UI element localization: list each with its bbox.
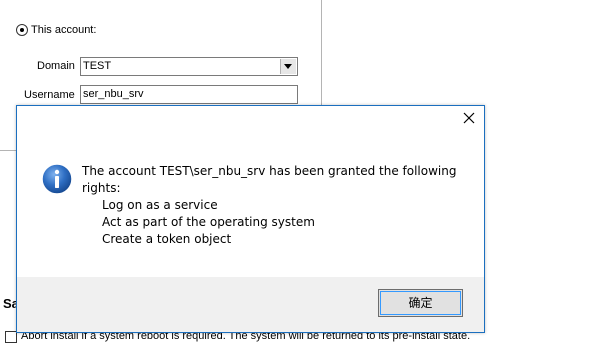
username-value: ser_nbu_srv <box>83 88 144 100</box>
message-line: rights: <box>82 181 121 195</box>
message-line: The account TEST\ser_nbu_srv has been gr… <box>82 164 457 178</box>
right-item: Act as part of the operating system <box>102 215 315 229</box>
right-item: Create a token object <box>102 232 232 246</box>
dialog-message: The account TEST\ser_nbu_srv has been gr… <box>82 163 456 248</box>
domain-combobox[interactable]: TEST <box>80 57 298 76</box>
close-icon[interactable] <box>462 111 476 125</box>
username-field[interactable]: ser_nbu_srv <box>80 85 298 104</box>
info-icon <box>41 163 73 195</box>
dialog-footer: 确定 <box>17 277 484 332</box>
installer-window: This account: Domain TEST Username ser_n… <box>0 0 601 348</box>
right-item: Log on as a service <box>102 198 218 212</box>
domain-value: TEST <box>83 60 112 72</box>
ok-button[interactable]: 确定 <box>378 289 463 317</box>
username-label: Username <box>24 89 75 101</box>
chevron-down-icon[interactable] <box>280 59 296 74</box>
this-account-radio[interactable] <box>16 24 28 36</box>
domain-label: Domain <box>37 60 75 72</box>
rights-granted-dialog: The account TEST\ser_nbu_srv has been gr… <box>16 105 485 333</box>
this-account-label: This account: <box>31 24 97 36</box>
